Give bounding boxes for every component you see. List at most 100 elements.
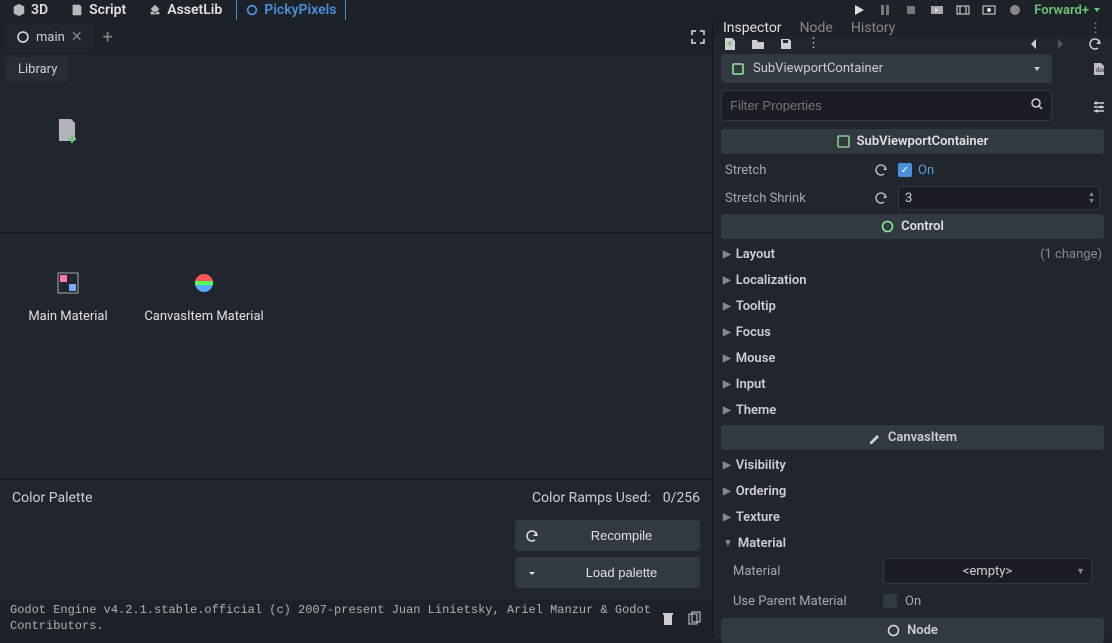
section-canvasitem[interactable]: CanvasItem (721, 425, 1104, 450)
movie-icon[interactable] (956, 3, 970, 17)
section-svc-label: SubViewportContainer (857, 134, 989, 149)
palette-label: Color Palette (12, 490, 93, 506)
fold-material[interactable]: ▼Material (713, 530, 1112, 556)
fold-tooltip-label: Tooltip (736, 299, 776, 314)
prop-stretchshrink-label: Stretch Shrink (725, 191, 875, 206)
section-node-label: Node (907, 623, 938, 638)
use-parent-checkbox[interactable] (883, 594, 897, 608)
fold-material-label: Material (738, 536, 786, 551)
main-material-icon (56, 271, 80, 295)
history-prev-icon[interactable] (1028, 37, 1040, 51)
reset-icon[interactable] (875, 164, 888, 177)
prop-material: Material <empty> ▼ (713, 556, 1112, 586)
left-panel: main ✕ + Library (0, 20, 712, 638)
fold-tooltip[interactable]: ▶Tooltip (713, 293, 1112, 319)
fold-ordering-label: Ordering (736, 484, 787, 499)
play-custom-icon[interactable] (982, 3, 996, 17)
palette-info-row: Color Palette Color Ramps Used: 0/256 (0, 480, 712, 516)
tab-inspector[interactable]: Inspector (723, 20, 782, 36)
recompile-button[interactable]: Recompile (515, 520, 700, 551)
library-row-materials: Main Material CanvasItem Material (0, 233, 712, 383)
renderer-dropdown[interactable]: Forward+ (1034, 3, 1102, 18)
tab-assetlib[interactable]: AssetLib (140, 0, 230, 22)
inspector-tabs: Inspector Node History ⋮ (713, 20, 1112, 36)
node-selector[interactable]: SubViewportContainer (721, 54, 1052, 83)
tab-assetlib-label: AssetLib (167, 2, 222, 18)
history-next-icon[interactable] (1054, 37, 1066, 51)
stretch-shrink-input[interactable]: 3 ▲▼ (898, 186, 1100, 210)
use-parent-label: Use Parent Material (733, 594, 883, 609)
library-content: Main Material CanvasItem Material Color … (0, 82, 712, 600)
fold-theme[interactable]: ▶Theme (713, 397, 1112, 423)
tab-node[interactable]: Node (800, 20, 833, 36)
console: Godot Engine v4.2.1.stable.official (c) … (0, 600, 712, 638)
fold-localization[interactable]: ▶Localization (713, 267, 1112, 293)
chevron-down-icon: ▼ (1076, 566, 1085, 577)
fold-input[interactable]: ▶Input (713, 371, 1112, 397)
main-material-item[interactable]: Main Material (8, 251, 128, 365)
inspector-panel: Inspector Node History ⋮ ⋮ SubViewportCo… (712, 20, 1112, 638)
reset-icon[interactable] (875, 192, 888, 205)
kebab-icon[interactable]: ⋮ (1089, 21, 1102, 36)
scene-tab-main[interactable]: main ✕ (6, 23, 93, 51)
load-resource-icon[interactable] (751, 37, 765, 51)
canvas-material-icon (192, 271, 216, 295)
load-palette-button[interactable]: Load palette (515, 557, 700, 588)
filter-settings-icon[interactable] (1091, 99, 1107, 115)
spinner-icon[interactable]: ▲▼ (1088, 191, 1095, 205)
history-undo-icon[interactable] (1088, 37, 1102, 51)
section-node[interactable]: Node (721, 618, 1104, 643)
console-copy-icon[interactable] (686, 611, 702, 627)
doc-icon[interactable]: doc (1091, 61, 1107, 77)
prop-stretch: Stretch ✓ On (713, 156, 1112, 184)
section-canvasitem-label: CanvasItem (888, 430, 957, 445)
recompile-label: Recompile (553, 528, 690, 543)
section-control[interactable]: Control (721, 214, 1104, 239)
resource-kebab-icon[interactable]: ⋮ (807, 36, 820, 51)
material-dropdown[interactable]: <empty> ▼ (883, 558, 1092, 584)
load-palette-label: Load palette (553, 565, 690, 580)
new-resource-icon[interactable] (723, 37, 737, 51)
material-label: Material (733, 564, 883, 579)
tab-pickypixels[interactable]: PickyPixels (236, 0, 345, 22)
console-clear-icon[interactable] (660, 611, 676, 627)
play-scene-icon[interactable] (930, 3, 944, 17)
tab-script[interactable]: Script (62, 0, 134, 22)
fold-layout-label: Layout (736, 247, 775, 262)
add-tab-icon[interactable]: + (103, 27, 113, 48)
tab-3d[interactable]: 3D (4, 0, 56, 22)
fold-focus[interactable]: ▶Focus (713, 319, 1112, 345)
record-icon[interactable] (1008, 3, 1022, 17)
fold-ordering[interactable]: ▶Ordering (713, 478, 1112, 504)
fold-input-label: Input (736, 377, 766, 392)
fold-texture[interactable]: ▶Texture (713, 504, 1112, 530)
section-subviewportcontainer[interactable]: SubViewportContainer (721, 129, 1104, 154)
fold-texture-label: Texture (736, 510, 780, 525)
library-tabbar: Library (0, 54, 712, 82)
workspace-tabs: 3D Script AssetLib PickyPixels (4, 0, 346, 22)
library-row-new (0, 82, 712, 232)
fold-layout[interactable]: ▶Layout(1 change) (713, 241, 1112, 267)
fold-mouse[interactable]: ▶Mouse (713, 345, 1112, 371)
tab-history[interactable]: History (851, 20, 896, 36)
svg-text:doc: doc (1096, 67, 1106, 74)
filter-input[interactable] (721, 90, 1052, 121)
stop-icon[interactable] (904, 3, 918, 17)
fold-visibility[interactable]: ▶Visibility (713, 452, 1112, 478)
save-resource-icon[interactable] (779, 37, 793, 51)
console-text: Godot Engine v4.2.1.stable.official (c) … (10, 603, 652, 634)
canvas-material-item[interactable]: CanvasItem Material (144, 251, 264, 365)
play-icon[interactable] (852, 3, 866, 17)
pause-icon[interactable] (878, 3, 892, 17)
stretch-checkbox[interactable]: ✓ (898, 163, 912, 177)
library-tab[interactable]: Library (6, 57, 69, 82)
close-icon[interactable]: ✕ (71, 29, 83, 45)
new-file-item[interactable] (8, 100, 128, 214)
expand-icon[interactable] (690, 29, 706, 45)
scene-tabbar: main ✕ + (0, 20, 712, 54)
palette-actions: Recompile Load palette (0, 516, 712, 600)
playback-controls: Forward+ (852, 3, 1108, 18)
search-icon[interactable] (1030, 97, 1044, 111)
use-parent-value: On (905, 594, 921, 609)
main-material-label: Main Material (28, 309, 107, 324)
